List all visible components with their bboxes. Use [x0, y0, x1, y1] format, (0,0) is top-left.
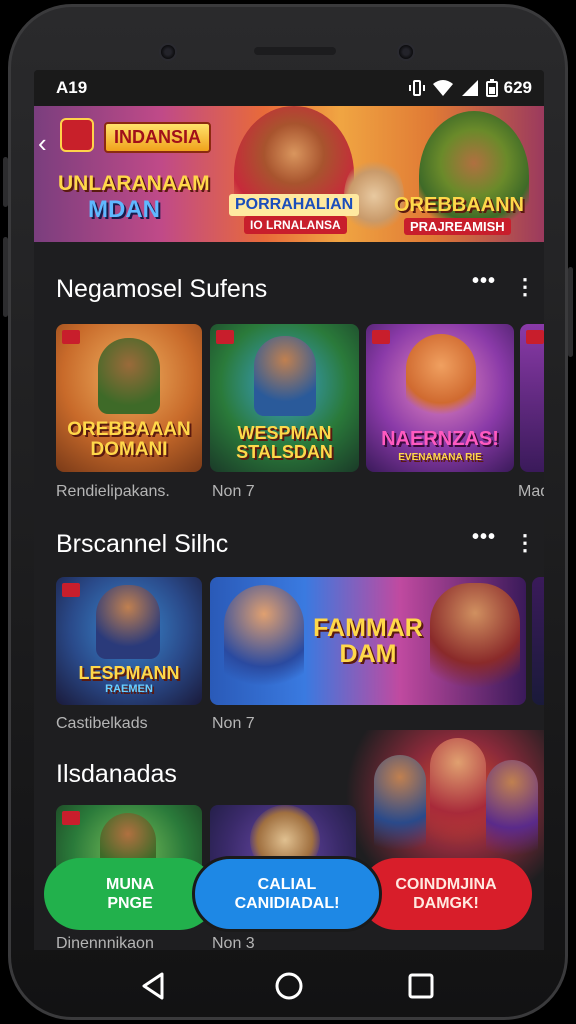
- section-title: Brscannel Silhc: [56, 530, 229, 558]
- app-screen: A19 629 ‹ INDANSIA UNLARANAAM MDAN PORRA…: [34, 70, 544, 950]
- power-button: [3, 157, 8, 207]
- system-nav-bar: [34, 950, 544, 1020]
- banner-line2: MDAN: [88, 196, 160, 223]
- game-card[interactable]: [532, 577, 544, 705]
- card-caption: Rendielipakans.: [56, 483, 170, 500]
- card-character: [254, 336, 316, 416]
- game-card-wide[interactable]: FAMMAR DAM: [210, 577, 526, 705]
- side-button: [568, 267, 573, 357]
- vibrate-icon: [408, 80, 425, 96]
- card-subtitle: EVENAMANA RIE: [398, 452, 482, 463]
- button-line1: MUNA: [106, 875, 154, 893]
- battery-icon: [485, 79, 498, 97]
- card-badge: [216, 330, 234, 344]
- banner-right-sub: PRAJREAMISH: [404, 218, 511, 235]
- section-title: Ilsdanadas: [56, 760, 177, 788]
- nav-home-icon[interactable]: [274, 971, 304, 1001]
- button-line2: PNGE: [107, 895, 153, 912]
- signal-icon: [461, 80, 478, 96]
- front-sensor: [397, 43, 415, 61]
- menu-page-button[interactable]: MUNA PNGE: [44, 858, 216, 930]
- card-caption: Non 3: [212, 935, 255, 950]
- back-icon[interactable]: ‹: [38, 128, 47, 159]
- button-line2: CANIDIADAL!: [234, 895, 340, 912]
- wifi-icon: [432, 80, 453, 96]
- banner-center-title: PORRAHALIAN: [229, 194, 360, 216]
- section-title: Negamosel Sufens: [56, 275, 268, 303]
- featured-character: [430, 738, 486, 860]
- promo-banner[interactable]: ‹ INDANSIA UNLARANAAM MDAN PORRAHALIAN I…: [34, 106, 544, 242]
- card-caption: Non 7: [212, 483, 255, 500]
- nav-recents-icon[interactable]: [408, 973, 434, 999]
- status-icons: 629: [408, 78, 532, 98]
- card-caption: Non 7: [212, 715, 255, 732]
- card-badge: [526, 330, 544, 344]
- card-title: OREBBAAAN DOMANI: [67, 419, 191, 460]
- card-badge: [62, 811, 80, 825]
- status-bar: A19 629: [34, 70, 544, 106]
- banner-brand: INDANSIA: [104, 122, 212, 153]
- card-character: [96, 585, 160, 659]
- card-caption: Dinennnikaon: [56, 935, 154, 950]
- card-character: [406, 334, 476, 424]
- card-title: FAMMAR DAM: [313, 614, 423, 669]
- card-subtitle: RAEMEN: [105, 683, 153, 695]
- call-button[interactable]: COINDMJINA DAMGK!: [360, 858, 532, 930]
- front-camera: [159, 43, 177, 61]
- banner-center-sub: IO LRNALANSA: [244, 216, 347, 234]
- button-line1: CALIAL: [257, 875, 317, 893]
- card-character: [430, 583, 520, 703]
- app-logo: [60, 118, 94, 152]
- more-vertical-icon[interactable]: ⋮: [514, 274, 536, 300]
- button-line1: COINDMJINA: [395, 875, 497, 893]
- card-title: NAERNZAS!: [381, 428, 499, 450]
- button-line2: DAMGK!: [413, 895, 479, 912]
- game-card[interactable]: OREBBAAAN DOMANI: [56, 324, 202, 472]
- more-horizontal-icon[interactable]: •••: [472, 526, 496, 549]
- game-card[interactable]: LESPMANN RAEMEN: [56, 577, 202, 705]
- game-card[interactable]: NAERNZAS! EVENAMANA RIE: [366, 324, 514, 472]
- banner-line1: UNLARANAAM: [58, 172, 210, 195]
- featured-character: [486, 760, 538, 870]
- card-title: LESPMANN: [78, 663, 180, 683]
- candidate-button[interactable]: CALIAL CANIDIADAL!: [192, 856, 382, 932]
- banner-right-title: OREBBAANN: [394, 194, 524, 216]
- card-title: WESPMAN STALSDAN: [236, 423, 333, 462]
- game-card[interactable]: [520, 324, 544, 472]
- card-badge: [62, 583, 80, 597]
- volume-button: [3, 237, 8, 317]
- game-card[interactable]: WESPMAN STALSDAN: [210, 324, 359, 472]
- more-horizontal-icon[interactable]: •••: [472, 270, 496, 293]
- speaker-grille: [254, 47, 336, 55]
- card-badge: [372, 330, 390, 344]
- status-time: A19: [56, 78, 88, 97]
- card-badge: [62, 330, 80, 344]
- card-caption: Mad: [518, 483, 544, 500]
- card-caption: Castibelkads: [56, 715, 148, 732]
- featured-character: [374, 755, 426, 865]
- card-character: [98, 338, 160, 414]
- nav-back-icon[interactable]: [140, 972, 166, 1000]
- card-character: [224, 585, 304, 701]
- more-vertical-icon[interactable]: ⋮: [514, 530, 536, 556]
- battery-level: 629: [503, 78, 532, 97]
